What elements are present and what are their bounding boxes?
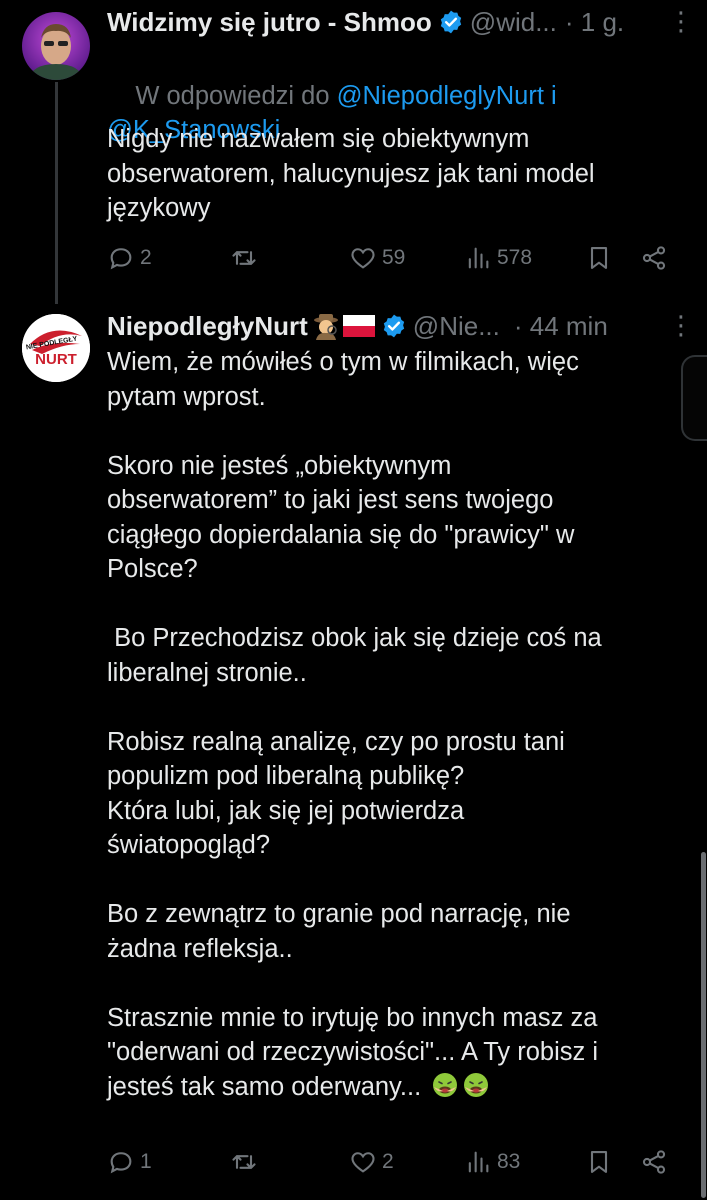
scrollbar-thumb[interactable] [701, 852, 706, 1198]
like-count: 2 [382, 1150, 394, 1173]
tweet-1-header: Widzimy się jutro - Shmoo @wid... · 1 g. [107, 6, 624, 38]
share-button[interactable] [640, 1148, 668, 1176]
more-options-icon[interactable]: ⋮ [668, 310, 695, 341]
verified-badge-icon [440, 10, 461, 34]
like-count: 59 [382, 246, 406, 269]
like-button[interactable]: 2 [349, 1148, 394, 1176]
reply-icon [110, 1152, 132, 1174]
bookmark-button[interactable] [585, 1148, 613, 1176]
reply-to-conjunction: i [543, 81, 557, 110]
bookmark-button[interactable] [585, 244, 613, 272]
poland-flag-icon [342, 315, 375, 337]
tweet-2-body: Wiem, że mówiłeś o tym w filmikach, więc… [107, 348, 602, 1101]
bookmark-icon [590, 1151, 608, 1173]
author-name[interactable]: Widzimy się jutro - Shmoo [107, 6, 432, 38]
author-handle[interactable]: @Nie... [413, 310, 500, 342]
more-options-icon[interactable]: ⋮ [668, 6, 695, 37]
tweet-1-actions: 2 59 578 [107, 244, 672, 284]
views-count: 83 [497, 1150, 521, 1173]
bookmark-icon [590, 247, 608, 269]
views-button[interactable]: 83 [464, 1148, 520, 1176]
author-name[interactable]: NiepodległyNurt [107, 310, 308, 342]
retweet-icon [232, 1155, 256, 1169]
tweet-time[interactable]: · 1 g. [565, 6, 624, 38]
thread-line [55, 82, 58, 304]
retweet-button[interactable] [230, 1148, 263, 1176]
reply-count: 2 [140, 246, 152, 269]
detective-emoji-icon [313, 314, 338, 340]
logo-text-bottom: NURT [35, 351, 77, 368]
reply-icon [110, 248, 132, 270]
views-chart-icon [468, 247, 489, 269]
views-count: 578 [497, 246, 533, 269]
reply-button[interactable]: 1 [107, 1148, 152, 1176]
like-button[interactable]: 59 [349, 244, 405, 272]
retweet-icon [232, 251, 256, 265]
tweet-2-actions: 1 2 83 [107, 1148, 672, 1188]
retweet-button[interactable] [230, 244, 263, 272]
author-handle[interactable]: @wid... [470, 6, 557, 38]
heart-icon [351, 248, 375, 269]
share-icon [642, 246, 666, 270]
tweet-2-header: NiepodległyNurt @Nie... · 44 min [107, 310, 608, 342]
mention-link[interactable]: @NiepodleglyNurt [337, 82, 544, 110]
heart-icon [351, 1152, 375, 1173]
avatar-niepodleglynurt[interactable]: NIE PODLEGŁY NURT [22, 314, 90, 382]
nauseated-face-emoji-icon [433, 1072, 458, 1097]
verified-badge-icon [383, 314, 404, 338]
tweet-1-text: Nigdy nie nazwałem się obiektywnym obser… [107, 125, 595, 222]
reply-button[interactable]: 2 [107, 244, 152, 272]
tweet-2-text: Wiem, że mówiłeś o tym w filmikach, więc… [107, 345, 687, 1104]
side-edge-handle[interactable] [681, 355, 707, 441]
views-chart-icon [468, 1151, 489, 1173]
share-icon [642, 1150, 666, 1174]
reply-count: 1 [140, 1150, 152, 1173]
avatar-shmoo[interactable] [22, 12, 90, 80]
reply-to-label: W odpowiedzi do [135, 81, 337, 110]
tweet-time[interactable]: · 44 min [514, 310, 608, 342]
share-button[interactable] [640, 244, 668, 272]
nauseated-face-emoji-icon [464, 1072, 489, 1097]
views-button[interactable]: 578 [464, 244, 532, 272]
